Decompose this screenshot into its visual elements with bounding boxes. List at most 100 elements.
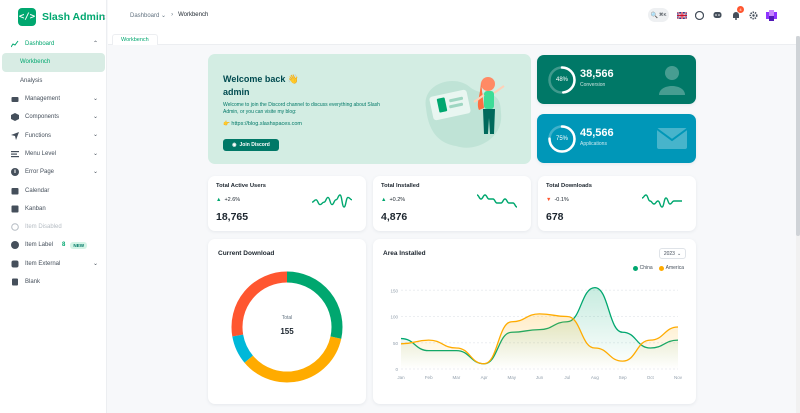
sidebar-item-error-page[interactable]: Error Page ⌄ (0, 163, 107, 181)
card-title: Total Active Users (216, 183, 266, 189)
welcome-card: Welcome back 👋 admin Welcome to join the… (208, 54, 531, 164)
sidebar-item-dashboard[interactable]: Dashboard ⌃ (0, 35, 107, 53)
x-tick-label: Mar (453, 375, 461, 380)
discord-icon: ◉ (232, 142, 237, 148)
y-tick-label: 100 (390, 315, 398, 320)
welcome-description: Welcome to join the Discord channel to d… (223, 102, 380, 115)
cube-icon (11, 113, 19, 122)
sidebar-item-label: Analysis (20, 77, 43, 84)
logo[interactable]: </> Slash Admin (18, 7, 105, 27)
breadcrumb-item[interactable]: Dashboard ⌄ (130, 12, 166, 19)
total-downloads-card: Total Downloads ▼ -0.1% 678 (538, 176, 696, 231)
chevron-down-icon: ⌄ (92, 114, 98, 121)
menu-icon (11, 150, 19, 158)
sparkline-path (477, 194, 517, 208)
sidebar-item-label: Menu Level (25, 150, 57, 157)
new-badge: NEW (70, 241, 88, 249)
y-tick-label: 150 (390, 288, 398, 293)
sparkline (477, 194, 517, 208)
notification-bell-icon[interactable]: 4 (730, 5, 744, 21)
donut-slice (286, 271, 343, 339)
chevron-down-icon: ⌄ (92, 150, 98, 157)
area-installed-chart: 0 50 100 150 Jan Feb Mar Apr May Jun Jul Aug Sep Oct N… (390, 286, 683, 380)
send-icon (11, 131, 19, 140)
sidebar-item-menu-level[interactable]: Menu Level ⌄ (0, 145, 107, 163)
trend: ▼ -0.1% (546, 197, 569, 203)
trend-down-icon: ▼ (546, 197, 552, 203)
legend-item-america[interactable]: America (658, 265, 684, 271)
shortcut-icon: ⌘K (658, 12, 667, 17)
sidebar-item-functions[interactable]: Functions ⌄ (0, 126, 107, 144)
app-name: Slash Admin (42, 11, 106, 23)
current-download-card: Current Download Total 155 (208, 239, 366, 404)
sidebar-item-label: Item Disabled (25, 224, 62, 231)
ban-icon (11, 223, 19, 231)
chevron-down-icon: ⌄ (92, 169, 98, 176)
top-actions: 🔍 ⌘K 4 (648, 5, 777, 22)
card-title: Total Installed (381, 183, 420, 189)
welcome-illustration (425, 77, 505, 148)
sidebar-item-label: Item Label (25, 242, 54, 249)
area-installed-card: Area Installed 2023 ⌄ China America 0 50 10… (373, 239, 696, 404)
collapse-sidebar-icon[interactable]: ‹ (103, 12, 106, 21)
scrollbar-thumb[interactable] (796, 36, 800, 236)
sparkline (642, 194, 682, 208)
sidebar-item-calendar[interactable]: Calendar (0, 181, 107, 199)
sparkline-path (642, 194, 682, 208)
sidebar-item-label: Dashboard (25, 41, 55, 48)
x-tick-label: Feb (425, 375, 433, 380)
chart-legend: China America (632, 265, 684, 271)
x-tick-label: Apr (481, 375, 489, 380)
breadcrumb-current: Workbench (178, 12, 209, 18)
sidebar-item-components[interactable]: Components ⌄ (0, 108, 107, 126)
card-value: 678 (546, 211, 564, 223)
sidebar-item-external[interactable]: Item External ⌄ (0, 255, 107, 273)
donut-total-value: 155 (280, 327, 294, 336)
x-tick-label: Jul (564, 375, 570, 380)
sidebar-item-label: Management (25, 96, 61, 103)
conversion-stat-card: 48% 38,566 Conversion (537, 55, 696, 104)
legend-item-china[interactable]: China (632, 265, 653, 271)
discord-icon[interactable] (712, 10, 723, 21)
sidebar-item-label: Calendar (25, 187, 50, 194)
x-tick-label: May (508, 375, 517, 380)
x-tick-label: Aug (591, 375, 600, 380)
chevron-down-icon: ⌄ (92, 132, 98, 139)
tab-bar: Workbench (108, 32, 800, 45)
link-icon (11, 260, 19, 268)
sidebar-item-workbench[interactable]: Workbench (2, 53, 105, 72)
mail-icon (656, 128, 688, 149)
y-tick-label: 0 (395, 367, 398, 372)
total-installed-card: Total Installed ▲ +0.2% 4,876 (373, 176, 531, 231)
github-icon[interactable] (694, 10, 705, 21)
settings-gear-icon[interactable] (748, 10, 759, 21)
applications-value: 45,566 (580, 127, 614, 139)
trend-up-icon: ▲ (216, 197, 222, 203)
blog-link[interactable]: 👉 https://blog.slashspaces.com (223, 121, 302, 127)
page-scrollbar[interactable] (796, 36, 800, 413)
join-discord-button[interactable]: ◉ Join Discord (223, 139, 279, 151)
breadcrumb: Dashboard ⌄ › Workbench (130, 12, 208, 19)
y-tick-label: 50 (393, 341, 399, 346)
x-tick-label: Sep (619, 375, 628, 380)
applications-percent: 75% (555, 136, 568, 142)
language-flag-icon[interactable] (676, 10, 687, 21)
sidebar-item-label: Item External (25, 260, 61, 267)
card-title: Total Downloads (546, 183, 592, 189)
search-button[interactable]: 🔍 ⌘K (648, 8, 669, 22)
applications-label: Applications (580, 141, 607, 147)
panel-title: Current Download (218, 250, 275, 257)
chevron-down-icon: ⌄ (92, 260, 98, 267)
sidebar-item-blank[interactable]: Blank (0, 273, 107, 291)
sidebar-item-management[interactable]: Management ⌄ (0, 90, 107, 108)
avatar[interactable] (766, 9, 777, 21)
tab-workbench[interactable]: Workbench (112, 34, 158, 45)
x-tick-label: Jan (397, 375, 405, 380)
sidebar-item-analysis[interactable]: Analysis (0, 72, 107, 90)
current-download-donut: Total 155 (231, 271, 343, 383)
sidebar-item-label-item[interactable]: Item Label 8 NEW (0, 236, 107, 254)
sidebar-item-kanban[interactable]: Kanban (0, 200, 107, 218)
year-select[interactable]: 2023 ⌄ (659, 248, 686, 259)
breadcrumb-separator: › (171, 12, 174, 18)
briefcase-icon (11, 95, 19, 103)
